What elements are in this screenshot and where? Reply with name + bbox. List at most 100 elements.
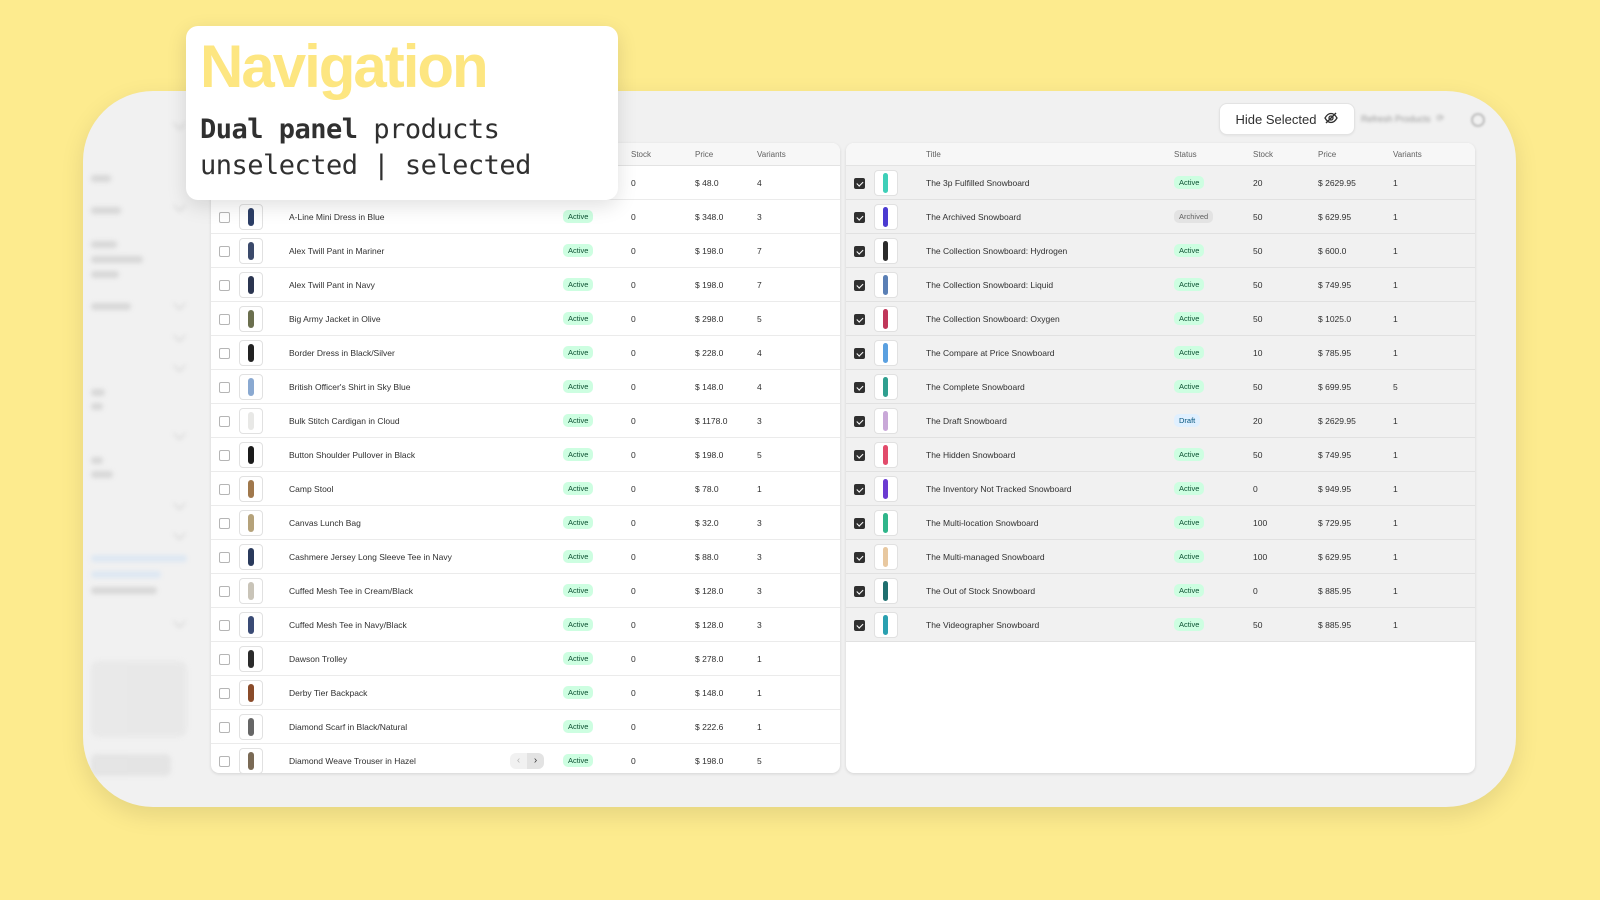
column-stock[interactable]: Stock (631, 150, 651, 159)
right-table-header: Title Status Stock Price Variants (846, 143, 1475, 166)
table-row[interactable]: The Collection Snowboard: Liquid Active 50… (846, 268, 1475, 302)
table-row[interactable]: The Collection Snowboard: Oxygen Active 50… (846, 302, 1475, 336)
table-row[interactable]: The Multi-managed Snowboard Active 100 $ 62… (846, 540, 1475, 574)
table-row[interactable]: The Draft Snowboard Draft 20 $ 2629.95 1 (846, 404, 1475, 438)
row-checkbox-checked[interactable] (854, 246, 865, 257)
refresh-products-label: Refresh Products (1361, 113, 1431, 124)
variants-cell: 1 (1393, 280, 1398, 290)
row-checkbox[interactable] (219, 518, 230, 529)
gear-icon[interactable] (1471, 113, 1485, 127)
row-checkbox-checked[interactable] (854, 416, 865, 427)
row-checkbox-checked[interactable] (854, 620, 865, 631)
table-row[interactable]: Derby Tier Backpack Active 0 $ 148.0 1 (211, 676, 840, 710)
status-badge: Active (563, 346, 594, 359)
table-row[interactable]: The Compare at Price Snowboard Active 10 $ … (846, 336, 1475, 370)
table-row[interactable]: The Multi-location Snowboard Active 100 $ 7… (846, 506, 1475, 540)
row-checkbox[interactable] (219, 586, 230, 597)
table-row[interactable]: Camp Stool Active 0 $ 78.0 1 (211, 472, 840, 506)
table-row[interactable]: Button Shoulder Pullover in Black Active 0… (211, 438, 840, 472)
row-checkbox-checked[interactable] (854, 348, 865, 359)
table-row[interactable]: Cuffed Mesh Tee in Cream/Black Active 0 $ 1… (211, 574, 840, 608)
status-badge: Active (1174, 346, 1205, 359)
column-title[interactable]: Title (926, 150, 941, 159)
product-thumbnail (874, 612, 898, 638)
table-row[interactable]: Cuffed Mesh Tee in Navy/Black Active 0 $ 12… (211, 608, 840, 642)
row-checkbox[interactable] (219, 450, 230, 461)
status-badge: Archived (1174, 210, 1214, 223)
row-checkbox[interactable] (219, 280, 230, 291)
row-checkbox[interactable] (219, 552, 230, 563)
price-cell: $ 885.95 (1318, 586, 1352, 596)
column-price[interactable]: Price (1318, 150, 1336, 159)
table-row[interactable]: Bulk Stitch Cardigan in Cloud Active 0 $ 11… (211, 404, 840, 438)
table-row[interactable]: The 3p Fulfilled Snowboard Active 20 $ 2629… (846, 166, 1475, 200)
table-row[interactable]: Border Dress in Black/Silver Active 0 $ 228… (211, 336, 840, 370)
row-checkbox-checked[interactable] (854, 484, 865, 495)
column-variants[interactable]: Variants (1393, 150, 1422, 159)
table-row[interactable]: The Videographer Snowboard Active 50 $ 885.… (846, 608, 1475, 642)
column-variants[interactable]: Variants (757, 150, 786, 159)
variants-cell: 4 (757, 348, 762, 358)
stock-cell: 0 (631, 586, 636, 596)
row-checkbox[interactable] (219, 348, 230, 359)
status-badge: Active (563, 210, 594, 223)
prev-page-button[interactable]: ‹ (510, 753, 527, 769)
table-row[interactable]: The Hidden Snowboard Active 50 $ 749.95 1 (846, 438, 1475, 472)
status-badge: Active (1174, 448, 1205, 461)
table-row[interactable]: Alex Twill Pant in Navy Active 0 $ 198.0 7 (211, 268, 840, 302)
table-row[interactable]: A-Line Mini Dress in Blue Active 0 $ 348.0 3 (211, 200, 840, 234)
row-checkbox[interactable] (219, 722, 230, 733)
column-price[interactable]: Price (695, 150, 713, 159)
row-checkbox[interactable] (219, 756, 230, 767)
price-cell: $ 1025.0 (1318, 314, 1352, 324)
row-checkbox[interactable] (219, 688, 230, 699)
row-checkbox[interactable] (219, 246, 230, 257)
stock-cell: 0 (1253, 484, 1258, 494)
stock-cell: 10 (1253, 348, 1263, 358)
unselected-products-panel: Stock Price Variants 0 $ 48.0 4 A-Line M… (211, 143, 840, 773)
row-checkbox[interactable] (219, 212, 230, 223)
table-row[interactable]: Alex Twill Pant in Mariner Active 0 $ 198.0… (211, 234, 840, 268)
row-checkbox-checked[interactable] (854, 450, 865, 461)
row-checkbox[interactable] (219, 416, 230, 427)
row-checkbox[interactable] (219, 620, 230, 631)
row-checkbox[interactable] (219, 484, 230, 495)
table-row[interactable]: The Archived Snowboard Archived 50 $ 629.95… (846, 200, 1475, 234)
refresh-products-button[interactable]: Refresh Products ⟳ (1361, 113, 1444, 124)
table-row[interactable]: The Collection Snowboard: Hydrogen Active… (846, 234, 1475, 268)
table-row[interactable]: Big Army Jacket in Olive Active 0 $ 298.0 5 (211, 302, 840, 336)
row-checkbox-checked[interactable] (854, 552, 865, 563)
row-checkbox-checked[interactable] (854, 586, 865, 597)
variants-cell: 1 (1393, 246, 1398, 256)
price-cell: $ 88.0 (695, 552, 719, 562)
hide-selected-button[interactable]: Hide Selected (1219, 103, 1355, 135)
row-checkbox-checked[interactable] (854, 382, 865, 393)
table-row[interactable]: The Complete Snowboard Active 50 $ 699.95 5 (846, 370, 1475, 404)
table-row[interactable]: Dawson Trolley Active 0 $ 278.0 1 (211, 642, 840, 676)
product-title: The Multi-location Snowboard (926, 518, 1039, 528)
row-checkbox-checked[interactable] (854, 178, 865, 189)
row-checkbox[interactable] (219, 654, 230, 665)
row-checkbox[interactable] (219, 314, 230, 325)
next-page-button[interactable]: › (527, 753, 544, 769)
product-title: The Out of Stock Snowboard (926, 586, 1036, 596)
row-checkbox-checked[interactable] (854, 518, 865, 529)
table-row[interactable]: The Out of Stock Snowboard Active 0 $ 885.9… (846, 574, 1475, 608)
row-checkbox-checked[interactable] (854, 314, 865, 325)
stock-cell: 50 (1253, 620, 1263, 630)
table-row[interactable]: British Officer's Shirt in Sky Blue Activ… (211, 370, 840, 404)
status-badge: Active (563, 312, 594, 325)
variants-cell: 1 (1393, 314, 1398, 324)
stock-cell: 0 (631, 212, 636, 222)
stock-cell: 0 (631, 416, 636, 426)
table-row[interactable]: Diamond Scarf in Black/Natural Active 0 $ 2… (211, 710, 840, 744)
table-row[interactable]: Cashmere Jersey Long Sleeve Tee in Navy A… (211, 540, 840, 574)
table-row[interactable]: Canvas Lunch Bag Active 0 $ 32.0 3 (211, 506, 840, 540)
column-status[interactable]: Status (1174, 150, 1197, 159)
column-stock[interactable]: Stock (1253, 150, 1273, 159)
row-checkbox-checked[interactable] (854, 212, 865, 223)
row-checkbox[interactable] (219, 382, 230, 393)
row-checkbox-checked[interactable] (854, 280, 865, 291)
variants-cell: 5 (757, 450, 762, 460)
table-row[interactable]: The Inventory Not Tracked Snowboard Activ… (846, 472, 1475, 506)
